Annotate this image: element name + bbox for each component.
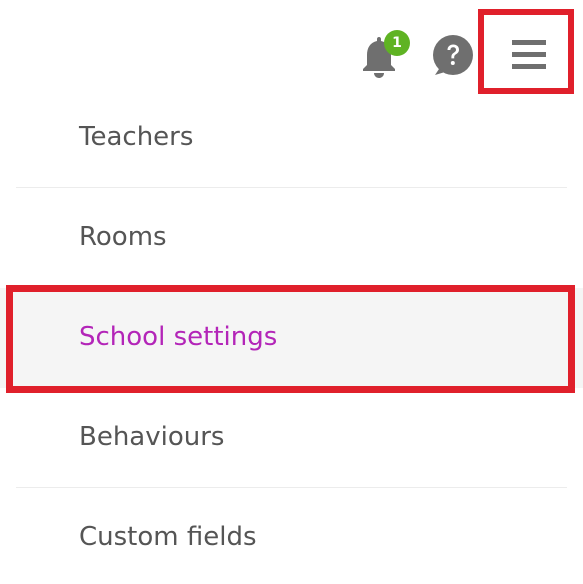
notification-count-badge: 1 <box>384 30 410 56</box>
app-page: 1 Teachers Rooms School settings Behavio… <box>0 0 583 584</box>
menu-toggle-button[interactable] <box>478 9 574 94</box>
dropdown-menu: Teachers Rooms School settings Behaviour… <box>0 88 583 584</box>
help-button[interactable] <box>432 34 474 76</box>
notifications-button[interactable]: 1 <box>360 30 410 80</box>
menu-item-label: Custom fields <box>79 522 257 552</box>
menu-item-label: School settings <box>79 322 278 352</box>
menu-item-school-settings[interactable]: School settings <box>0 288 583 388</box>
menu-item-rooms[interactable]: Rooms <box>0 188 583 288</box>
top-toolbar: 1 <box>0 0 583 100</box>
menu-item-label: Behaviours <box>79 422 225 452</box>
menu-item-label: Rooms <box>79 222 167 252</box>
hamburger-icon <box>512 40 546 69</box>
menu-item-teachers[interactable]: Teachers <box>0 88 583 188</box>
menu-item-behaviours[interactable]: Behaviours <box>0 388 583 488</box>
help-icon <box>433 35 473 75</box>
menu-item-custom-fields[interactable]: Custom fields <box>0 488 583 584</box>
menu-item-label: Teachers <box>79 122 194 152</box>
